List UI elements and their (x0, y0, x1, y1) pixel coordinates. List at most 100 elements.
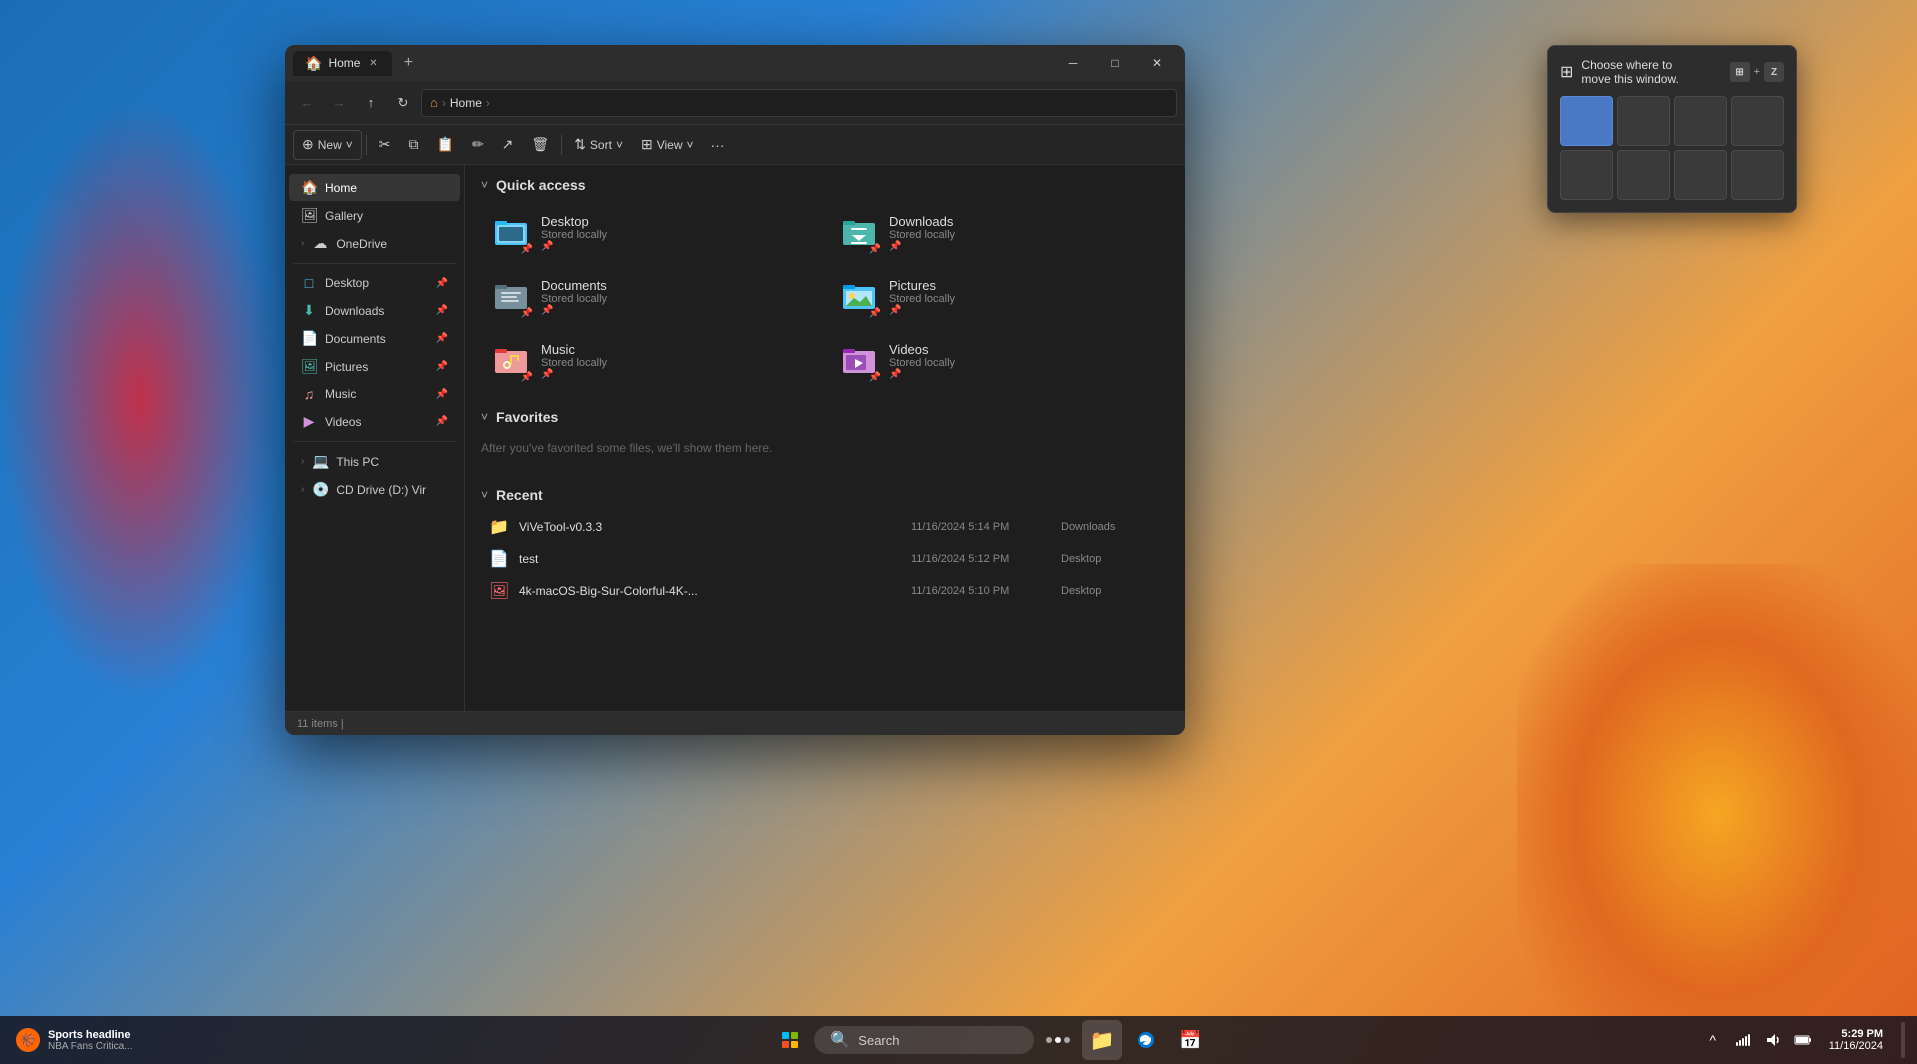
folder-card-documents[interactable]: 📌 Documents Stored locally 📌 (481, 269, 821, 325)
volume-icon[interactable] (1761, 1028, 1785, 1052)
folder-card-pictures[interactable]: 📌 Pictures Stored locally 📌 (829, 269, 1169, 325)
status-item-count: 11 items (297, 718, 338, 730)
battery-icon[interactable] (1791, 1028, 1815, 1052)
paste-icon: 📋 (437, 136, 454, 153)
up-button[interactable]: ↑ (357, 89, 385, 117)
start-button[interactable] (770, 1020, 810, 1060)
view-button[interactable]: ⊞ View ˅ (633, 130, 702, 160)
address-location: Home (450, 96, 482, 110)
new-icon: ⊕ (302, 136, 314, 153)
task-view-button[interactable] (1038, 1020, 1078, 1060)
desktop-pin2: 📌 (541, 241, 811, 252)
sidebar-cddrive-label: CD Drive (D:) Vir (336, 483, 426, 497)
recent-item-1-name: test (519, 552, 901, 566)
snap-cell-8[interactable] (1731, 150, 1784, 200)
maximize-button[interactable]: □ (1095, 48, 1135, 78)
sort-label: Sort (590, 138, 612, 152)
recent-item-1[interactable]: 📄 test 11/16/2024 5:12 PM Desktop (481, 543, 1169, 575)
edge-taskbar-btn[interactable] (1126, 1020, 1166, 1060)
folder-card-downloads[interactable]: 📌 Downloads Stored locally 📌 (829, 205, 1169, 261)
recent-item-2[interactable]: 🖼 4k-macOS-Big-Sur-Colorful-4K-... 11/16… (481, 575, 1169, 607)
new-button[interactable]: ⊕ New ˅ (293, 130, 362, 160)
documents-pin-icon: 📌 (436, 333, 448, 344)
network-icon[interactable] (1731, 1028, 1755, 1052)
task-view-icon (1046, 1037, 1070, 1043)
snap-cell-4[interactable] (1731, 96, 1784, 146)
snap-cell-5[interactable] (1560, 150, 1613, 200)
news-widget[interactable]: 🏀 Sports headline NBA Fans Critica... (8, 1024, 140, 1056)
sidebar-item-pictures[interactable]: 🖼 Pictures 📌 (289, 353, 460, 380)
status-bar-text: 11 items | (297, 718, 1173, 730)
folder-card-videos[interactable]: 📌 Videos Stored locally 📌 (829, 333, 1169, 389)
forward-button[interactable]: → (325, 89, 353, 117)
quick-access-header: ˅ Quick access (481, 177, 1169, 193)
sidebar-item-downloads[interactable]: ⬇ Downloads 📌 (289, 297, 460, 324)
sidebar-item-videos[interactable]: ▶ Videos 📌 (289, 408, 460, 435)
snap-cell-2[interactable] (1617, 96, 1670, 146)
documents-folder-info: Documents Stored locally 📌 (541, 278, 811, 316)
sidebar-home-label: Home (325, 181, 357, 195)
minimize-button[interactable]: ─ (1053, 48, 1093, 78)
quick-access-title: Quick access (496, 177, 586, 193)
desktop-sidebar-icon: □ (301, 275, 317, 291)
sidebar-item-onedrive[interactable]: › ☁ OneDrive (289, 230, 460, 257)
quick-access-toggle[interactable]: ˅ (481, 178, 488, 192)
sort-icon: ⇅ (574, 136, 586, 153)
new-tab-button[interactable]: + (396, 51, 420, 75)
sidebar-item-desktop[interactable]: □ Desktop 📌 (289, 270, 460, 296)
rename-icon: ✏ (472, 136, 484, 153)
thispc-sidebar-icon: 💻 (312, 453, 328, 470)
sidebar-item-music[interactable]: ♫ Music 📌 (289, 381, 460, 407)
recent-toggle[interactable]: ˅ (481, 488, 488, 502)
recent-item-0[interactable]: 📁 ViVeTool-v0.3.3 11/16/2024 5:14 PM Dow… (481, 511, 1169, 543)
downloads-folder-name: Downloads (889, 214, 1159, 229)
sidebar-item-gallery[interactable]: 🖼 Gallery (289, 202, 460, 229)
documents-folder-status: Stored locally (541, 293, 811, 305)
search-bar[interactable]: 🔍 Search (814, 1026, 1034, 1054)
folder-card-desktop[interactable]: 📌 Desktop Stored locally 📌 (481, 205, 821, 261)
share-button[interactable]: ↗ (494, 130, 522, 160)
more-options-button[interactable]: ··· (704, 131, 732, 159)
favorites-toggle[interactable]: ˅ (481, 410, 488, 424)
explorer-tab[interactable]: 🏠 Home ✕ (293, 51, 392, 76)
sidebar-item-cddrive[interactable]: › 💿 CD Drive (D:) Vir (289, 476, 460, 503)
system-clock[interactable]: 5:29 PM 11/16/2024 (1821, 1028, 1891, 1052)
snap-cell-3[interactable] (1674, 96, 1727, 146)
folder-card-music[interactable]: 📌 Music Stored locally 📌 (481, 333, 821, 389)
network-hidden-icons[interactable]: ^ (1701, 1028, 1725, 1052)
window-controls: ─ □ ✕ (1053, 48, 1177, 78)
copy-button[interactable]: ⧉ (401, 130, 427, 160)
rename-button[interactable]: ✏ (464, 130, 492, 160)
close-button[interactable]: ✕ (1137, 48, 1177, 78)
sidebar-music-label: Music (325, 387, 356, 401)
taskbar-left: 🏀 Sports headline NBA Fans Critica... (0, 1024, 280, 1056)
tab-close-button[interactable]: ✕ (366, 56, 380, 70)
back-button[interactable]: ← (293, 89, 321, 117)
snap-cell-7[interactable] (1674, 150, 1727, 200)
delete-button[interactable]: 🗑 (523, 130, 557, 160)
recent-section: ˅ Recent 📁 ViVeTool-v0.3.3 11/16/2024 5:… (481, 487, 1169, 607)
calendar-taskbar-btn[interactable]: 📅 (1170, 1020, 1210, 1060)
refresh-button[interactable]: ↻ (389, 89, 417, 117)
dot2 (1055, 1037, 1061, 1043)
address-bar[interactable]: ⌂ › Home › (421, 89, 1177, 117)
snap-cell-6[interactable] (1617, 150, 1670, 200)
music-folder-status: Stored locally (541, 357, 811, 369)
sidebar-item-thispc[interactable]: › 💻 This PC (289, 448, 460, 475)
file-explorer-taskbar-btn[interactable]: 📁 (1082, 1020, 1122, 1060)
sort-button[interactable]: ⇅ Sort ˅ (566, 130, 631, 160)
snap-cell-1[interactable] (1560, 96, 1613, 146)
file-content-area: ˅ Quick access (465, 165, 1185, 711)
sidebar-item-documents[interactable]: 📄 Documents 📌 (289, 325, 460, 352)
show-desktop-button[interactable] (1901, 1022, 1905, 1058)
sidebar-item-home[interactable]: 🏠 Home (289, 174, 460, 201)
news-sub: NBA Fans Critica... (48, 1041, 132, 1052)
sort-chevron: ˅ (616, 138, 623, 152)
recent-item-0-name: ViVeTool-v0.3.3 (519, 520, 901, 534)
paste-button[interactable]: 📋 (429, 130, 462, 160)
pictures-folder-info: Pictures Stored locally 📌 (889, 278, 1159, 316)
cut-button[interactable]: ✂ (371, 130, 399, 160)
sidebar-onedrive-label: OneDrive (336, 237, 387, 251)
recent-item-2-name: 4k-macOS-Big-Sur-Colorful-4K-... (519, 584, 901, 598)
desktop-folder-name: Desktop (541, 214, 811, 229)
